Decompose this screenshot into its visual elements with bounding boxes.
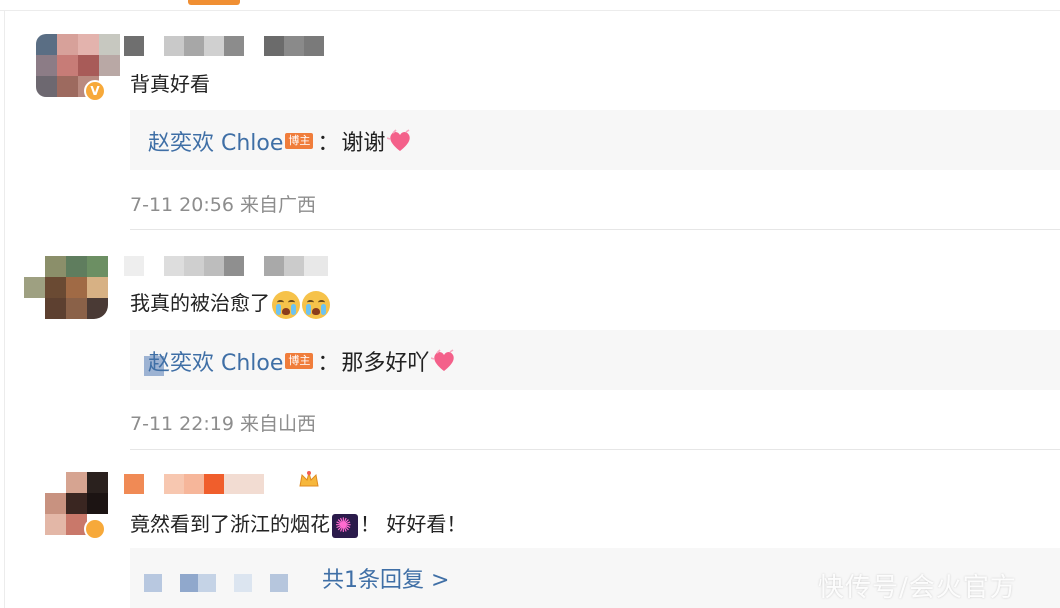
reply-separator: ：: [317, 351, 340, 376]
watermark-text: 快传号/会火官方: [818, 573, 1017, 603]
firework-icon: [332, 513, 358, 538]
reply-box[interactable]: 赵奕欢 Chloe 博主 ： 谢谢: [130, 110, 1060, 170]
comment-text: 背真好看: [130, 72, 210, 96]
reply-box[interactable]: 赵奕欢 Chloe 博主 ： 那多好吖: [130, 330, 1060, 390]
avatar[interactable]: [24, 256, 108, 324]
comment-meta: 7-11 20:56 来自广西: [130, 194, 316, 216]
view-more-replies-link[interactable]: 共1条回复 >: [322, 562, 449, 594]
active-tab-indicator: [188, 0, 240, 5]
blogger-badge: 博主: [285, 353, 314, 369]
comment-text: 我真的被治愈了: [130, 287, 330, 319]
reply-author-link[interactable]: 赵奕欢 Chloe: [148, 345, 283, 377]
comment-text: 竟然看到了浙江的烟花！ 好好看！: [130, 508, 466, 538]
reply-text: 那多好吖: [341, 351, 430, 376]
comment-divider: [130, 449, 1060, 450]
crown-icon: [298, 470, 320, 490]
reply-text: 谢谢: [341, 131, 386, 156]
avatar[interactable]: [24, 472, 108, 540]
comment-meta: 7-11 22:19 来自山西: [130, 413, 316, 435]
header-divider: [0, 10, 1060, 11]
crying-face-icon: [272, 290, 300, 319]
left-border: [4, 10, 5, 608]
heart-icon: [431, 349, 457, 373]
blogger-badge: 博主: [285, 133, 314, 149]
verified-badge-icon: V: [84, 80, 106, 102]
heart-icon: [387, 129, 413, 153]
username-redacted[interactable]: [124, 256, 328, 276]
redacted-reply-preview: [144, 574, 314, 592]
reply-author-link[interactable]: 赵奕欢 Chloe: [148, 125, 283, 157]
username-redacted[interactable]: [124, 474, 324, 494]
reply-separator: ：: [317, 131, 340, 156]
verified-badge-icon: [84, 518, 106, 540]
crying-face-icon: [302, 290, 330, 319]
avatar[interactable]: V: [24, 32, 120, 102]
username-redacted[interactable]: [124, 36, 324, 56]
comment-divider: [130, 229, 1060, 230]
